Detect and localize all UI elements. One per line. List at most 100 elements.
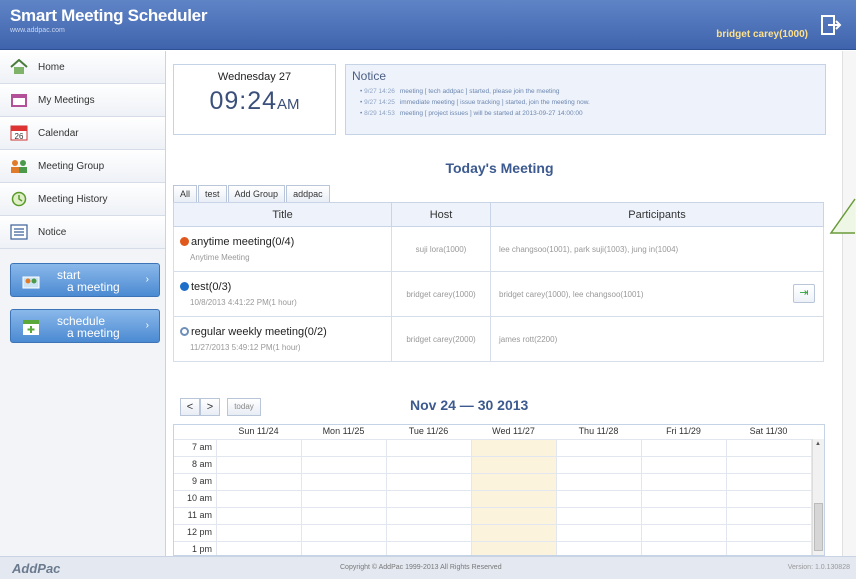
- notice-icon: [10, 224, 28, 240]
- meeting-host: bridget carey(2000): [391, 316, 491, 362]
- sidebar-item-meeting-group[interactable]: Meeting Group: [0, 150, 165, 183]
- calendar-nav: < > today: [180, 398, 261, 416]
- tab-add-group[interactable]: Add Group: [227, 185, 286, 202]
- hour-row[interactable]: 10 am: [174, 490, 814, 506]
- chevron-right-icon: ›: [145, 320, 149, 331]
- column-header-host[interactable]: Host: [391, 202, 491, 227]
- notice-date: 9/27 14:25: [364, 99, 395, 106]
- meeting-title-cell: test(0/3) 10/8/2013 4:41:22 PM(1 hour): [173, 271, 392, 317]
- column-header-title[interactable]: Title: [173, 202, 392, 227]
- schedule-meeting-button[interactable]: schedule a meeting ›: [10, 309, 160, 343]
- schedule-meeting-icon: [23, 320, 39, 335]
- day-header: Tue 11/26: [408, 426, 449, 436]
- current-user[interactable]: bridget carey(1000): [716, 29, 808, 40]
- group-icon: [11, 160, 27, 173]
- sidebar-item-label: Home: [38, 61, 65, 73]
- notice-panel: Notice • 9/27 14:26 meeting [ tech addpac…: [345, 64, 826, 135]
- meeting-subtitle: 10/8/2013 4:41:22 PM(1 hour): [190, 298, 297, 307]
- sidebar-item-home[interactable]: Home: [0, 51, 165, 84]
- hour-label: 12 pm: [186, 527, 212, 537]
- calendar-scrollbar[interactable]: ▲: [812, 439, 824, 555]
- group-tabs: All test Add Group addpac: [173, 185, 331, 202]
- chevron-right-icon: ›: [145, 274, 149, 285]
- logout-icon[interactable]: [820, 14, 842, 36]
- clock-time-value: 09:24: [209, 87, 278, 115]
- notice-text: meeting [ tech addpac ] started, please …: [399, 88, 560, 95]
- clock-panel: Wednesday 27 09:24AM: [173, 64, 336, 135]
- hour-row[interactable]: 11 am: [174, 507, 814, 523]
- scrollbar-thumb[interactable]: [814, 503, 823, 551]
- app-header: Smart Meeting Scheduler www.addpac.com b…: [0, 0, 856, 50]
- tab-test[interactable]: test: [198, 185, 227, 202]
- hour-row[interactable]: 12 pm: [174, 524, 814, 540]
- table-header-row: Title Host Participants: [173, 202, 824, 227]
- home-icon: [10, 59, 28, 74]
- start-meeting-icon: [22, 276, 40, 289]
- next-week-button[interactable]: >: [200, 398, 220, 416]
- hour-row[interactable]: 1 pm: [174, 541, 814, 555]
- start-meeting-line2: a meeting: [67, 280, 120, 294]
- sidebar-item-notice[interactable]: Notice: [0, 216, 165, 249]
- notice-text: meeting [ project issues ] will be start…: [399, 110, 583, 117]
- sidebar: Home My Meetings 26 Calendar Meeting Gro…: [0, 51, 166, 556]
- calendar-icon: 26: [10, 125, 28, 141]
- hour-label: 9 am: [191, 476, 212, 486]
- history-icon: [11, 191, 27, 207]
- notice-item[interactable]: • 8/29 14:53 meeting [ project issues ] w…: [352, 108, 819, 119]
- scroll-up-icon[interactable]: ▲: [815, 441, 821, 447]
- meeting-participants: bridget carey(1000), lee changsoo(1001): [499, 289, 644, 299]
- hour-row[interactable]: 9 am: [174, 473, 814, 489]
- table-row[interactable]: regular weekly meeting(0/2) 11/27/2013 5…: [173, 316, 824, 362]
- sidebar-item-my-meetings[interactable]: My Meetings: [0, 84, 165, 117]
- notice-text: immediate meeting [ issue tracking ] sta…: [399, 99, 590, 106]
- notice-date: 8/29 14:53: [364, 110, 395, 117]
- side-panel-arrow-icon[interactable]: [827, 197, 856, 237]
- clock-day: Wednesday 27: [217, 71, 292, 83]
- meeting-subtitle: Anytime Meeting: [190, 253, 250, 262]
- footer-logo: AddPac: [12, 561, 61, 576]
- calendar-header: Sun 11/24 Mon 11/25 Tue 11/26 Wed 11/27 …: [174, 425, 824, 439]
- meeting-participants: lee changsoo(1001), park suji(1003), jun…: [490, 226, 824, 272]
- join-meeting-button[interactable]: ⇥: [793, 284, 815, 303]
- notice-item[interactable]: • 9/27 14:25 immediate meeting [ issue tr…: [352, 97, 819, 108]
- table-row[interactable]: anytime meeting(0/4) Anytime Meeting suj…: [173, 226, 824, 272]
- today-button[interactable]: today: [227, 398, 261, 416]
- day-header: Wed 11/27: [492, 426, 535, 436]
- sidebar-item-label: Calendar: [38, 127, 79, 139]
- sidebar-item-calendar[interactable]: 26 Calendar: [0, 117, 165, 150]
- hour-row[interactable]: 7 am: [174, 439, 814, 455]
- enter-icon: ⇥: [799, 287, 809, 299]
- meetings-icon: [11, 94, 27, 107]
- hour-row[interactable]: 8 am: [174, 456, 814, 472]
- column-header-participants[interactable]: Participants: [490, 202, 824, 227]
- page-scrollbar[interactable]: [842, 51, 856, 556]
- sidebar-item-label: My Meetings: [38, 94, 95, 106]
- calendar-range: Nov 24 — 30 2013: [410, 397, 529, 413]
- play-icon: [180, 282, 189, 291]
- clock-time: 09:24AM: [174, 87, 335, 116]
- meeting-title[interactable]: test(0/3): [191, 281, 231, 293]
- day-header: Fri 11/29: [666, 426, 701, 436]
- meeting-title[interactable]: anytime meeting(0/4): [191, 236, 294, 248]
- footer-copyright: Copyright © AddPac 1999-2013 All Rights …: [340, 564, 502, 571]
- app-brand: Smart Meeting Scheduler www.addpac.com: [10, 6, 207, 34]
- sidebar-item-label: Meeting History: [38, 193, 108, 205]
- tab-all[interactable]: All: [173, 185, 198, 202]
- notice-item[interactable]: • 9/27 14:26 meeting [ tech addpac ] star…: [352, 86, 819, 97]
- week-calendar[interactable]: Sun 11/24 Mon 11/25 Tue 11/26 Wed 11/27 …: [173, 424, 825, 556]
- meeting-title[interactable]: regular weekly meeting(0/2): [191, 326, 327, 338]
- meeting-participants-cell: bridget carey(1000), lee changsoo(1001) …: [490, 271, 824, 317]
- app-title: Smart Meeting Scheduler: [10, 6, 208, 25]
- hour-label: 7 am: [191, 442, 212, 452]
- meeting-host: bridget carey(1000): [391, 271, 491, 317]
- start-meeting-button[interactable]: start a meeting ›: [10, 263, 160, 297]
- recurring-icon: [180, 327, 189, 336]
- prev-week-button[interactable]: <: [180, 398, 200, 416]
- hour-label: 11 am: [187, 510, 212, 520]
- svg-text:26: 26: [15, 132, 24, 141]
- notice-heading: Notice: [352, 69, 387, 83]
- hour-label: 1 pm: [191, 544, 212, 554]
- sidebar-item-meeting-history[interactable]: Meeting History: [0, 183, 165, 216]
- tab-addpac[interactable]: addpac: [286, 185, 330, 202]
- table-row[interactable]: test(0/3) 10/8/2013 4:41:22 PM(1 hour) b…: [173, 271, 824, 317]
